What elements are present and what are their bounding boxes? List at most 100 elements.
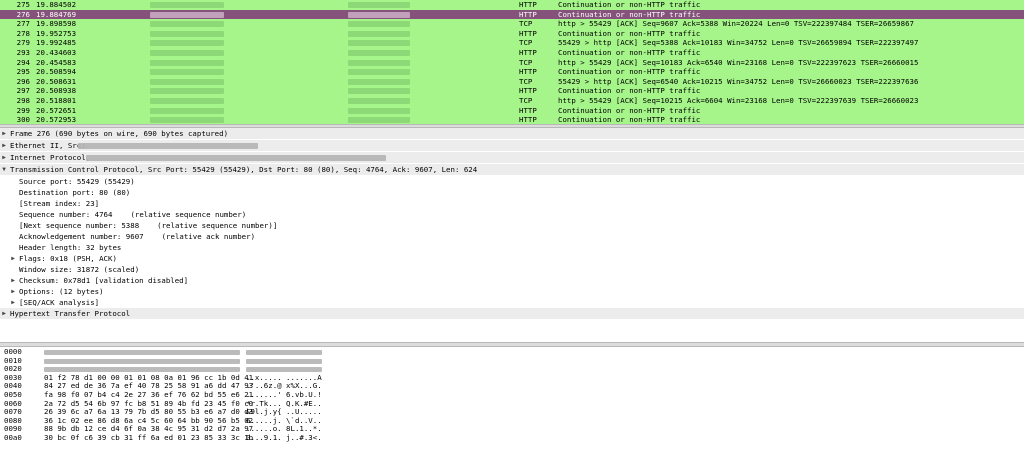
hex-row[interactable]: 0000	[0, 348, 1024, 357]
redacted-destination	[348, 2, 410, 8]
packet-number: 295	[16, 67, 30, 77]
packet-time: 20.572651	[36, 105, 77, 115]
tcp-field-ack[interactable]: Acknowledgement number: 9607 (relative ac…	[0, 231, 1024, 242]
packet-info: http > 55429 [ACK] Seq=9607 Ack=5388 Win…	[558, 19, 914, 29]
tcp-field-flags[interactable]: ▶ Flags: 0x18 (PSH, ACK)	[0, 253, 1024, 264]
redacted-source	[150, 40, 224, 47]
packet-number: 294	[16, 57, 30, 67]
packet-row[interactable]: 297 20.508938 HTTP Continuation or non-HTTP…	[0, 86, 1024, 96]
tcp-field-seqack-analysis[interactable]: ▶ [SEQ/ACK analysis]	[0, 297, 1024, 308]
collapse-arrow-icon[interactable]: ▼	[0, 164, 8, 175]
redacted-source	[150, 49, 224, 56]
packet-time: 20.454583	[36, 57, 77, 67]
expand-arrow-icon[interactable]: ▶	[9, 275, 17, 286]
packet-protocol: TCP	[519, 95, 533, 105]
packet-time: 20.508631	[36, 76, 77, 86]
redacted-destination	[348, 49, 410, 56]
redacted-source	[150, 30, 224, 37]
tcp-field-next-seq[interactable]: [Next sequence number: 5388 (relative seq…	[0, 220, 1024, 231]
redacted-source	[150, 88, 224, 95]
redacted-bytes	[44, 350, 240, 355]
tree-item-ethernet[interactable]: ▶ Ethernet II, Src:	[0, 140, 1024, 152]
expand-arrow-icon[interactable]: ▶	[9, 253, 17, 264]
redacted-ascii	[246, 358, 322, 364]
tcp-field-window[interactable]: Window size: 31872 (scaled)	[0, 264, 1024, 275]
packet-protocol: HTTP	[519, 105, 537, 115]
packet-info: Continuation or non-HTTP traffic	[558, 86, 701, 96]
packet-row[interactable]: 295 20.508594 HTTP Continuation or non-HTTP…	[0, 67, 1024, 77]
tcp-field-options[interactable]: ▶ Options: (12 bytes)	[0, 286, 1024, 297]
expand-arrow-icon[interactable]: ▶	[0, 140, 8, 151]
packet-row[interactable]: 294 20.454583 TCP http > 55429 [ACK] Seq=10…	[0, 57, 1024, 68]
expand-arrow-icon[interactable]: ▶	[0, 152, 8, 163]
redacted-source	[150, 2, 224, 8]
hex-offset: 00a0	[4, 432, 22, 442]
pane-splitter-bottom[interactable]	[0, 342, 1024, 347]
packet-time: 20.434603	[36, 47, 77, 57]
hex-row[interactable]: 00a0 30 bc 0f c6 39 cb 31 ff 6a ed 01 23 …	[0, 432, 1024, 443]
tree-item-ip[interactable]: ▶ Internet Protocol,	[0, 152, 1024, 164]
packet-row[interactable]: 293 20.434603 HTTP Continuation or non-HTTP…	[0, 47, 1024, 58]
packet-row[interactable]: 278 19.952753 HTTP Continuation or non-HTTP…	[0, 28, 1024, 39]
redacted-bytes	[44, 367, 240, 373]
packet-time: 19.884769	[36, 9, 77, 19]
redacted-source	[150, 117, 224, 124]
packet-row[interactable]: 277 19.898598 TCP http > 55429 [ACK] Seq=96…	[0, 19, 1024, 29]
packet-time: 19.992485	[36, 38, 77, 48]
redacted-destination	[348, 11, 410, 18]
packet-protocol: HTTP	[519, 115, 537, 124]
redacted-bytes	[44, 358, 240, 364]
packet-list[interactable]: 275 19.884502 HTTP Continuation or non-HTTP…	[0, 0, 1024, 124]
packet-protocol: HTTP	[519, 0, 537, 9]
tcp-field-header-length[interactable]: Header length: 32 bytes	[0, 242, 1024, 253]
tree-item-frame[interactable]: ▶ Frame 276 (690 bytes on wire, 690 byte…	[0, 128, 1024, 140]
packet-number: 277	[16, 19, 30, 29]
packet-details-tree: ▶ Frame 276 (690 bytes on wire, 690 byte…	[0, 128, 1024, 340]
redacted-source	[150, 59, 224, 66]
packet-time: 19.898598	[36, 19, 77, 29]
packet-number: 293	[16, 47, 30, 57]
packet-row[interactable]: 296 20.508631 TCP 55429 > http [ACK] Seq=65…	[0, 76, 1024, 87]
packet-row[interactable]: 279 19.992485 TCP 55429 > http [ACK] Seq=53…	[0, 38, 1024, 48]
packet-number: 278	[16, 28, 30, 38]
tree-item-tcp[interactable]: ▼ Transmission Control Protocol, Src Por…	[0, 164, 1024, 176]
expand-arrow-icon[interactable]: ▶	[0, 128, 8, 139]
packet-info: http > 55429 [ACK] Seq=10183 Ack=6540 Wi…	[558, 57, 919, 67]
packet-row[interactable]: 276 19.884769 HTTP Continuation or non-HTTP…	[0, 9, 1024, 20]
packet-time: 19.952753	[36, 28, 77, 38]
tree-item-http[interactable]: ▶ Hypertext Transfer Protocol	[0, 308, 1024, 320]
packet-row[interactable]: 299 20.572651 HTTP Continuation or non-HTTP…	[0, 105, 1024, 116]
redacted-mac	[78, 143, 258, 149]
redacted-source	[150, 107, 224, 114]
expand-arrow-icon[interactable]: ▶	[9, 286, 17, 297]
packet-number: 297	[16, 86, 30, 96]
hex-row[interactable]: 0010	[0, 356, 1024, 366]
packet-row[interactable]: 300 20.572953 HTTP Continuation or non-HTTP…	[0, 115, 1024, 124]
packet-number: 296	[16, 76, 30, 86]
packet-info: Continuation or non-HTTP traffic	[558, 67, 701, 77]
packet-info: http > 55429 [ACK] Seq=10215 Ack=6604 Wi…	[558, 95, 919, 105]
tcp-field-checksum[interactable]: ▶ Checksum: 0x78d1 [validation disabled]	[0, 275, 1024, 286]
tcp-field-dst-port[interactable]: Destination port: 80 (80)	[0, 187, 1024, 198]
packet-row[interactable]: 298 20.518801 TCP http > 55429 [ACK] Seq=10…	[0, 95, 1024, 106]
tcp-field-src-port[interactable]: Source port: 55429 (55429)	[0, 176, 1024, 187]
tcp-field-seq[interactable]: Sequence number: 4764 (relative sequence …	[0, 209, 1024, 220]
packet-protocol: TCP	[519, 57, 533, 67]
packet-info: Continuation or non-HTTP traffic	[558, 105, 701, 115]
packet-number: 279	[16, 38, 30, 48]
packet-row[interactable]: 275 19.884502 HTTP Continuation or non-HTTP…	[0, 0, 1024, 10]
redacted-destination	[348, 88, 410, 95]
hex-bytes: 30 bc 0f c6 39 cb 31 ff 6a ed 01 23 85 3…	[44, 432, 254, 442]
redacted-source	[150, 11, 224, 18]
expand-arrow-icon[interactable]: ▶	[0, 308, 8, 319]
redacted-source	[150, 78, 224, 85]
packet-number: 276	[16, 9, 30, 19]
tcp-field-stream-index[interactable]: [Stream index: 23]	[0, 198, 1024, 209]
packet-protocol: TCP	[519, 19, 533, 29]
packet-number: 298	[16, 95, 30, 105]
redacted-destination	[348, 40, 410, 47]
redacted-destination	[348, 21, 410, 28]
packet-info: Continuation or non-HTTP traffic	[558, 47, 701, 57]
expand-arrow-icon[interactable]: ▶	[9, 297, 17, 308]
packet-info: 55429 > http [ACK] Seq=5388 Ack=10183 Wi…	[558, 38, 919, 48]
